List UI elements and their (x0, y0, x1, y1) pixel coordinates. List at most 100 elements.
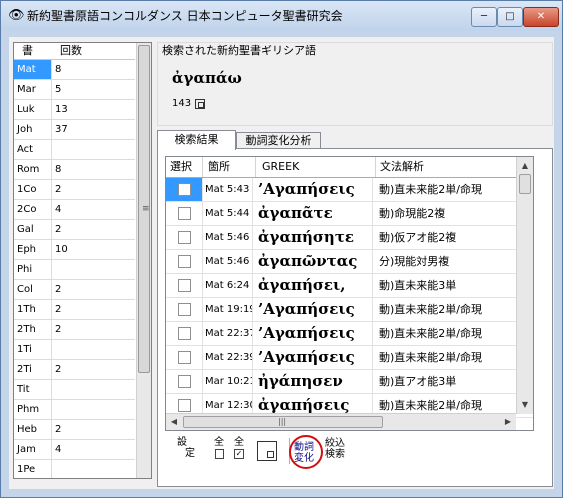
search-word: ἀγαπάω (172, 69, 242, 87)
results-vertical-scrollbar[interactable]: ▲ ▼ (516, 157, 533, 414)
row-checkbox[interactable] (178, 303, 191, 316)
book-count (55, 340, 133, 359)
book-list-row[interactable]: Gal 2 (14, 220, 135, 240)
greek-column-header[interactable]: GREEK (262, 160, 299, 174)
row-select-cell (166, 346, 203, 369)
book-list-row[interactable]: Luk 13 (14, 100, 135, 120)
row-checkbox[interactable] (178, 399, 191, 412)
count-column-header[interactable]: 回数 (60, 44, 82, 58)
grammar-parsing: 分)現能対男複 (379, 255, 450, 268)
book-list-row[interactable]: Phi (14, 260, 135, 280)
verse-reference: Mar 10:21 (203, 370, 253, 393)
row-select-cell (166, 202, 203, 225)
grammar-parsing: 動)直未来能2単/命現 (379, 303, 482, 316)
result-row[interactable]: Mat 5:43 ’Αγαπήσεις 動)直未来能2単/命現 (166, 178, 533, 202)
book-name: 1Th (14, 300, 52, 319)
result-row[interactable]: Mat 19:19 ’Αγαπήσεις 動)直未来能2単/命現 (166, 298, 533, 322)
book-name: 1Pe (14, 460, 52, 478)
book-list-row[interactable]: 1Co 2 (14, 180, 135, 200)
book-list-row[interactable]: 1Th 2 (14, 300, 135, 320)
scroll-down-arrow-icon[interactable]: ▼ (521, 400, 529, 410)
reference-column-header[interactable]: 箇所 (208, 160, 230, 174)
grip-icon: ≡ (142, 204, 150, 214)
book-column-header[interactable]: 書 (22, 44, 33, 58)
row-select-cell (166, 370, 203, 393)
result-row[interactable]: Mat 5:46 ἀγαπῶντας 分)現能対男複 (166, 250, 533, 274)
grammar-parsing: 動)命現能2複 (379, 207, 446, 220)
select-all-button[interactable]: 全 (214, 437, 224, 462)
verb-conjugation-button[interactable]: 動詞 変化 (289, 435, 323, 469)
book-count: 4 (55, 204, 62, 215)
book-list-row[interactable]: 2Co 4 (14, 200, 135, 220)
tab-search-results[interactable]: 検索結果 (157, 130, 236, 150)
result-row[interactable]: Mat 6:24 ἀγαπήσει, 動)直未来能3単 (166, 274, 533, 298)
row-checkbox[interactable] (178, 207, 191, 220)
result-row[interactable]: Mat 22:39 ’Αγαπήσεις 動)直未来能2単/命現 (166, 346, 533, 370)
book-list-row[interactable]: Jam 4 (14, 440, 135, 460)
result-row[interactable]: Mat 5:44 ἀγαπᾶτε 動)命現能2複 (166, 202, 533, 226)
scroll-left-arrow-icon[interactable]: ◀ (170, 417, 178, 427)
book-list-row[interactable]: Heb 2 (14, 420, 135, 440)
verse-reference: Mat 19:19 (203, 298, 253, 321)
book-list-row[interactable]: Col 2 (14, 280, 135, 300)
results-vertical-scroll-thumb[interactable] (519, 174, 531, 194)
scroll-right-arrow-icon[interactable]: ▶ (504, 417, 512, 427)
row-checkbox[interactable] (178, 231, 191, 244)
verse-reference: Mat 6:24 (203, 274, 253, 297)
close-button[interactable]: ✕ (523, 7, 559, 27)
book-list-row[interactable]: Phm (14, 400, 135, 420)
book-name: Phi (14, 260, 52, 279)
select-column-header[interactable]: 選択 (170, 160, 192, 174)
book-count: 13 (55, 104, 68, 115)
results-grid[interactable]: 選択 箇所 GREEK 文法解析 Mat 5:43 ’Αγαπήσεις 動)直未来… (165, 156, 534, 431)
book-list-row[interactable]: Mat 8 (14, 60, 135, 80)
book-count (55, 400, 133, 419)
book-list-row[interactable]: Joh 37 (14, 120, 135, 140)
square-icon[interactable] (195, 99, 205, 109)
book-name: 1Ti (14, 340, 52, 359)
book-list-scrollbar[interactable]: ≡ (136, 43, 151, 478)
results-horizontal-scrollbar[interactable]: ◀ ||| ▶ (166, 413, 516, 430)
book-list[interactable]: 書 回数 Mat 8 Mar 5 Luk 13 Joh 37 Act Rom 8 1Co 2 2Co 4 Ga… (13, 42, 152, 479)
grammar-parsing: 動)直未来能2単/命現 (379, 351, 482, 364)
book-list-row[interactable]: Tit (14, 380, 135, 400)
result-row[interactable]: Mar 10:21 ἠγάπησεν 動)直アオ能3単 (166, 370, 533, 394)
book-list-row[interactable]: Act (14, 140, 135, 160)
book-name: Rom (14, 160, 52, 179)
greek-word: ἀγαπῶντας (256, 250, 373, 273)
occurrence-count: 143 (172, 98, 192, 109)
results-horizontal-scroll-thumb[interactable]: ||| (183, 416, 383, 428)
book-count: 10 (55, 244, 68, 255)
parsing-column-header[interactable]: 文法解析 (380, 160, 424, 174)
book-list-row[interactable]: 1Ti (14, 340, 135, 360)
result-row[interactable]: Mat 22:37 ’Αγαπήσεις 動)直未来能2単/命現 (166, 322, 533, 346)
book-list-row[interactable]: 2Th 2 (14, 320, 135, 340)
copy-document-icon[interactable] (257, 441, 277, 461)
row-checkbox[interactable] (178, 183, 191, 196)
settings-button[interactable]: 設 定 (177, 437, 195, 459)
row-checkbox[interactable] (178, 255, 191, 268)
book-count (55, 260, 133, 279)
book-list-row[interactable]: Eph 10 (14, 240, 135, 260)
grip-icon: ||| (278, 417, 287, 426)
book-name: Act (14, 140, 52, 159)
tab-verb-analysis[interactable]: 動詞変化分析 (236, 132, 321, 149)
book-list-row[interactable]: 2Ti 2 (14, 360, 135, 380)
row-checkbox[interactable] (178, 351, 191, 364)
book-list-scroll-thumb[interactable]: ≡ (138, 45, 150, 373)
maximize-button[interactable]: □ (497, 7, 523, 27)
clear-all-button[interactable]: 全 ✓ (234, 437, 244, 459)
filter-search-button[interactable]: 絞込 検索 (325, 438, 345, 460)
row-checkbox[interactable] (178, 375, 191, 388)
scroll-up-arrow-icon[interactable]: ▲ (521, 161, 529, 171)
row-checkbox[interactable] (178, 327, 191, 340)
filter-search-label-top: 絞込 (325, 438, 345, 449)
book-list-row[interactable]: 1Pe (14, 460, 135, 478)
book-name: Gal (14, 220, 52, 239)
book-list-row[interactable]: Mar 5 (14, 80, 135, 100)
book-name: 1Co (14, 180, 52, 199)
book-list-row[interactable]: Rom 8 (14, 160, 135, 180)
row-checkbox[interactable] (178, 279, 191, 292)
minimize-button[interactable]: ─ (471, 7, 497, 27)
result-row[interactable]: Mat 5:46 ἀγαπήσητε 動)仮アオ能2複 (166, 226, 533, 250)
